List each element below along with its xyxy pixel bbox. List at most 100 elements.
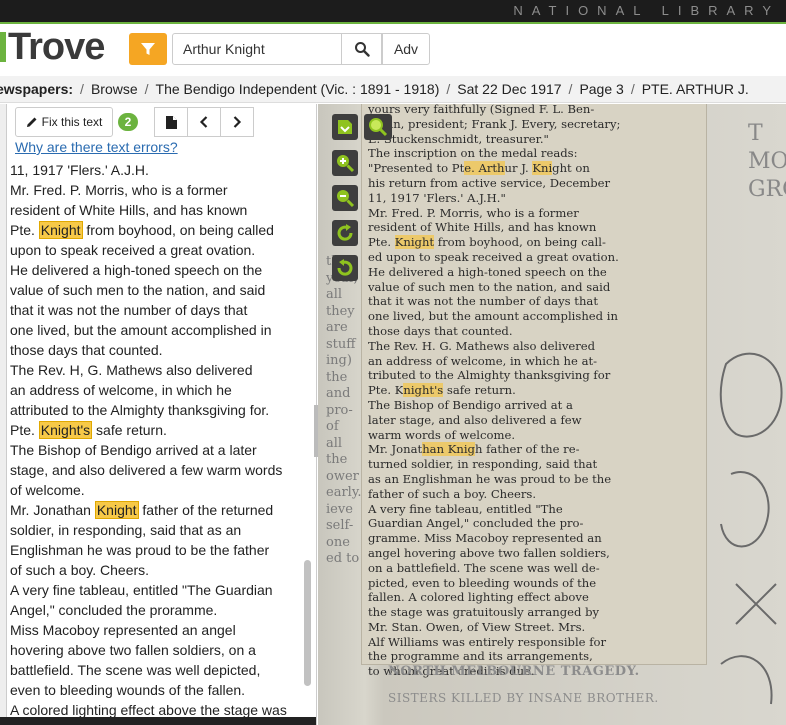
scan-line: The Rev. H. G. Mathews also delivered xyxy=(368,339,692,354)
text-fragment: an address of welcome, in which he xyxy=(10,382,232,398)
download-icon xyxy=(336,118,354,136)
adjacent-column-word: ed to xyxy=(326,551,360,566)
scan-line: Guardian Angel," concluded the pro- xyxy=(368,516,692,531)
scan-line: the stage was gratuitously arranged by xyxy=(368,605,692,620)
text-fragment: resident of White Hills, and has known xyxy=(368,220,597,235)
text-fragment: yours very faithfully (Signed F. L. Ben- xyxy=(368,104,595,116)
fix-text-button[interactable]: Fix this text xyxy=(15,107,113,137)
scan-line: gramme. Miss Macoboy represented an xyxy=(368,531,692,546)
ocr-line: hovering above two fallen soldiers, on a xyxy=(10,640,306,660)
chevron-left-icon xyxy=(199,116,209,128)
text-fragment: those days that counted. xyxy=(10,342,163,358)
right-column-text: T MO GRO xyxy=(748,120,786,204)
text-fragment: Alf Williams was entirely responsible fo… xyxy=(368,634,607,649)
text-fragment: "Presented to Pt xyxy=(368,161,465,176)
previous-button[interactable] xyxy=(187,107,221,137)
zoom-in-icon xyxy=(335,153,355,173)
adjacent-column-text: theyear,alltheyarestuffing)theandpro-ofa… xyxy=(326,254,362,568)
scan-line: picted, even to bleeding wounds of the xyxy=(368,576,692,591)
magnifier-icon xyxy=(368,117,388,137)
text-fragment: A colored lighting effect above the stag… xyxy=(10,702,287,718)
search-term-highlight: e. Arth xyxy=(464,161,505,176)
text-fragment: He delivered a high-toned speech on the xyxy=(10,262,263,278)
ocr-text: 11, 1917 'Flers.' A.J.H. Mr. Fred. P. Mor… xyxy=(10,160,306,720)
next-subheadline: SISTERS KILLED BY INSANE BROTHER. xyxy=(388,691,659,705)
text-fragment: Mr. Fred. P. Morris, who is a former xyxy=(368,205,579,220)
adjacent-column-word: of xyxy=(326,419,339,434)
chevron-right-icon xyxy=(232,116,242,128)
text-fragment: upon to speak received a great ovation. xyxy=(10,242,256,258)
text-scrollbar[interactable] xyxy=(304,560,311,686)
rotate-left-button[interactable] xyxy=(332,255,358,281)
scan-line: on a battlefield. The scene was well de- xyxy=(368,561,692,576)
text-fragment: value of such men to the nation, and sai… xyxy=(10,282,266,298)
scan-line: his return from active service, December xyxy=(368,176,692,191)
breadcrumb-page[interactable]: Page 3 xyxy=(579,76,623,102)
breadcrumb-browse[interactable]: Browse xyxy=(91,76,138,102)
page-image-viewer[interactable]: theyear,alltheyarestuffing)theandpro-ofa… xyxy=(318,104,786,725)
advanced-search-button[interactable]: Adv xyxy=(382,33,430,65)
text-fragment: Pte. xyxy=(10,222,39,238)
breadcrumb-article[interactable]: PTE. ARTHUR J. xyxy=(642,76,749,102)
breadcrumb-date[interactable]: Sat 22 Dec 1917 xyxy=(457,76,561,102)
text-errors-link[interactable]: Why are there text errors? xyxy=(15,139,178,155)
zoom-to-article-button[interactable] xyxy=(364,114,392,140)
text-fragment: h father of the re- xyxy=(474,442,580,457)
document-button[interactable] xyxy=(154,107,188,137)
adjacent-column-word: ing) xyxy=(326,353,352,368)
article-scan-text: yours very faithfully (Signed F. L. Ben-… xyxy=(368,104,692,679)
adjacent-column-word: early. xyxy=(326,485,362,500)
search-term-highlight: Kni xyxy=(532,161,553,176)
zoom-in-button[interactable] xyxy=(332,150,358,176)
ocr-line: Mr. Jonathan Knight father of the return… xyxy=(10,500,306,520)
scan-line: father of such a boy. Cheers. xyxy=(368,487,692,502)
fix-text-label: Fix this text xyxy=(41,115,103,129)
below-article-text: NORTH MELBOURNE TRAGEDY. SISTERS KILLED … xyxy=(388,664,728,705)
adjacent-column-word: the xyxy=(326,369,348,385)
trove-logo[interactable]: Trove xyxy=(8,26,105,69)
text-fragment: value of such men to the nation, and sai… xyxy=(368,279,611,294)
search-input[interactable] xyxy=(172,33,342,65)
save-image-button[interactable] xyxy=(332,114,358,140)
ocr-line: Pte. Knight's safe return. xyxy=(10,420,306,440)
filter-button[interactable] xyxy=(129,33,167,65)
bottom-bar xyxy=(0,717,316,725)
ocr-line: that it was not the number of days that xyxy=(10,300,306,320)
scan-line: "Presented to Pte. Arthur J. Knight on xyxy=(368,161,692,176)
scan-line: E. Stuckenschmidt, treasurer." xyxy=(368,132,692,147)
adjacent-column-word: the xyxy=(326,452,348,467)
next-button[interactable] xyxy=(220,107,254,137)
rotate-left-icon xyxy=(335,258,355,278)
text-fragment: an address of welcome, in which he at- xyxy=(368,353,598,368)
adjacent-column-word: self- xyxy=(326,518,354,533)
zoom-out-button[interactable] xyxy=(332,185,358,211)
right-column-word: GRO xyxy=(748,177,786,202)
text-fragment: A very fine tableau, entitled "The xyxy=(368,501,563,516)
breadcrumb-title[interactable]: The Bendigo Independent (Vic. : 1891 - 1… xyxy=(156,76,440,102)
rotate-right-button[interactable] xyxy=(332,220,358,246)
text-fragment: fallen. A colored lighting effect above xyxy=(368,590,589,605)
ocr-line: even to bleeding wounds of the fallen. xyxy=(10,680,306,700)
scan-line: The inscription on the medal reads: xyxy=(368,146,692,161)
scan-line: yours very faithfully (Signed F. L. Ben- xyxy=(368,104,692,117)
text-fragment: Miss Macoboy represented an angel xyxy=(10,622,236,638)
scan-line: those days that counted. xyxy=(368,324,692,339)
text-fragment: soldier, in responding, said that as an xyxy=(10,522,242,538)
text-fragment: E. Stuckenschmidt, treasurer." xyxy=(368,131,549,146)
search-button[interactable] xyxy=(342,33,382,65)
top-bar: NATIONAL LIBRARY xyxy=(0,0,786,24)
search-icon xyxy=(354,41,370,57)
adjacent-column-word: are xyxy=(326,320,348,335)
scan-line: an address of welcome, in which he at- xyxy=(368,354,692,369)
text-fragment: those days that counted. xyxy=(368,323,513,338)
next-headline: NORTH MELBOURNE TRAGEDY. xyxy=(388,664,640,679)
document-icon xyxy=(165,115,177,129)
adjacent-column-word: they xyxy=(326,303,355,319)
text-fragment: safe return. xyxy=(92,422,167,438)
text-fragment: gramme. Miss Macoboy represented an xyxy=(368,531,602,546)
breadcrumb-newspapers[interactable]: ewspapers: xyxy=(0,76,73,102)
scan-line: Pte. Knight's safe return. xyxy=(368,383,692,398)
text-fragment: jamin, president; Frank J. Every, secret… xyxy=(368,116,621,131)
text-fragment: A very fine tableau, entitled "The Guard… xyxy=(10,582,273,598)
ocr-line: Pte. Knight from boyhood, on being calle… xyxy=(10,220,306,240)
